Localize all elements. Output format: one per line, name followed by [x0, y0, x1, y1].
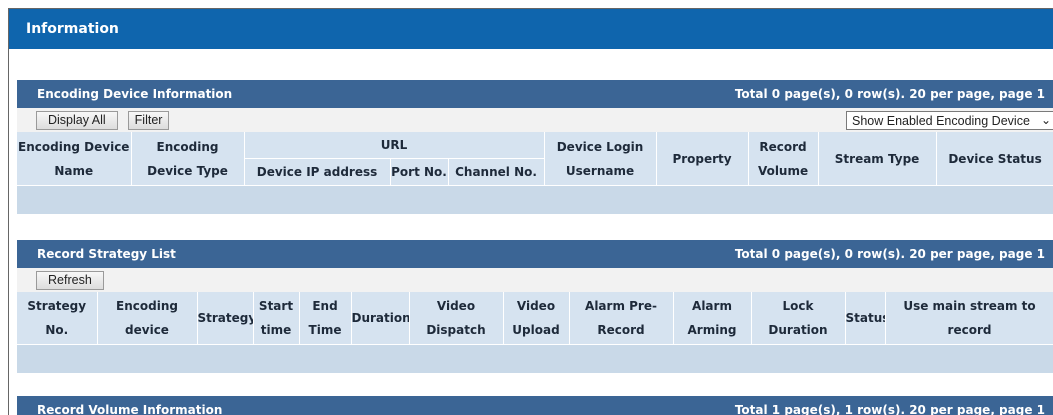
- record-strategy-table: Strategy No. Encoding device Strategy Star…: [17, 292, 1053, 345]
- device-filter-value: Show Enabled Encoding Device: [852, 113, 1030, 128]
- col-property[interactable]: Property: [656, 132, 749, 186]
- filter-button[interactable]: Filter: [127, 110, 170, 130]
- device-filter-select[interactable]: Show Enabled Encoding Device ⌄: [846, 111, 1053, 130]
- encoding-panel-header: Encoding Device Information Total 0 page…: [17, 80, 1053, 108]
- main-frame: Information Encoding Device Information …: [8, 8, 1053, 415]
- col-strategy[interactable]: Strategy: [197, 292, 254, 345]
- strategy-panel-header: Record Strategy List Total 0 page(s), 0 …: [17, 240, 1053, 268]
- volume-panel-header: Record Volume Information Total 1 page(s…: [17, 396, 1053, 415]
- col-alarm-arming[interactable]: Alarm Arming: [673, 292, 752, 345]
- col-device-type[interactable]: Encoding Device Type: [131, 132, 245, 186]
- col-encoding-device[interactable]: Encoding device: [97, 292, 198, 345]
- encoding-device-panel: Encoding Device Information Total 0 page…: [17, 80, 1053, 214]
- col-lock-duration[interactable]: Lock Duration: [751, 292, 846, 345]
- record-strategy-panel: Record Strategy List Total 0 page(s), 0 …: [17, 240, 1053, 373]
- col-video-dispatch[interactable]: Video Dispatch: [409, 292, 504, 345]
- encoding-device-table: Encoding Device Name Encoding Device Type …: [17, 132, 1053, 186]
- col-status[interactable]: Status: [845, 292, 886, 345]
- col-main-stream[interactable]: Use main stream to record: [885, 292, 1053, 345]
- col-channel-no[interactable]: Channel No.: [448, 158, 545, 186]
- col-group-url: URL: [244, 132, 545, 159]
- col-port-no[interactable]: Port No.: [390, 158, 449, 186]
- encoding-panel-title: Encoding Device Information: [37, 87, 233, 101]
- col-device-ip[interactable]: Device IP address: [244, 158, 391, 186]
- col-login-username[interactable]: Device Login Username: [544, 132, 657, 186]
- encoding-empty-row: [17, 186, 1053, 214]
- col-record-volume[interactable]: Record Volume: [748, 132, 819, 186]
- refresh-button[interactable]: Refresh: [36, 270, 104, 290]
- col-end-time[interactable]: End Time: [299, 292, 352, 345]
- chevron-down-icon: ⌄: [1040, 113, 1051, 127]
- col-stream-type[interactable]: Stream Type: [818, 132, 937, 186]
- page-title: Information: [9, 9, 1053, 49]
- encoding-paging-info: Total 0 page(s), 0 row(s). 20 per page, …: [734, 87, 1045, 101]
- col-start-time[interactable]: Start time: [253, 292, 300, 345]
- strategy-toolbar: Refresh: [17, 268, 1053, 292]
- volume-panel-title: Record Volume Information: [37, 403, 223, 415]
- strategy-paging-info: Total 0 page(s), 0 row(s). 20 per page, …: [734, 247, 1045, 261]
- record-volume-panel: Record Volume Information Total 1 page(s…: [17, 396, 1053, 415]
- strategy-empty-row: [17, 344, 1053, 373]
- strategy-panel-title: Record Strategy List: [37, 247, 176, 261]
- col-video-upload[interactable]: Video Upload: [503, 292, 570, 345]
- col-duration[interactable]: Duration: [351, 292, 410, 345]
- col-device-name[interactable]: Encoding Device Name: [17, 132, 132, 186]
- display-all-button[interactable]: Display All: [36, 110, 118, 130]
- encoding-toolbar: Display All Filter Show Enabled Encoding…: [17, 108, 1053, 132]
- col-device-status[interactable]: Device Status: [936, 132, 1053, 186]
- col-alarm-prerecord[interactable]: Alarm Pre- Record: [569, 292, 674, 345]
- col-strategy-no[interactable]: Strategy No.: [17, 292, 98, 345]
- volume-paging-info: Total 1 page(s), 1 row(s). 20 per page, …: [734, 403, 1045, 415]
